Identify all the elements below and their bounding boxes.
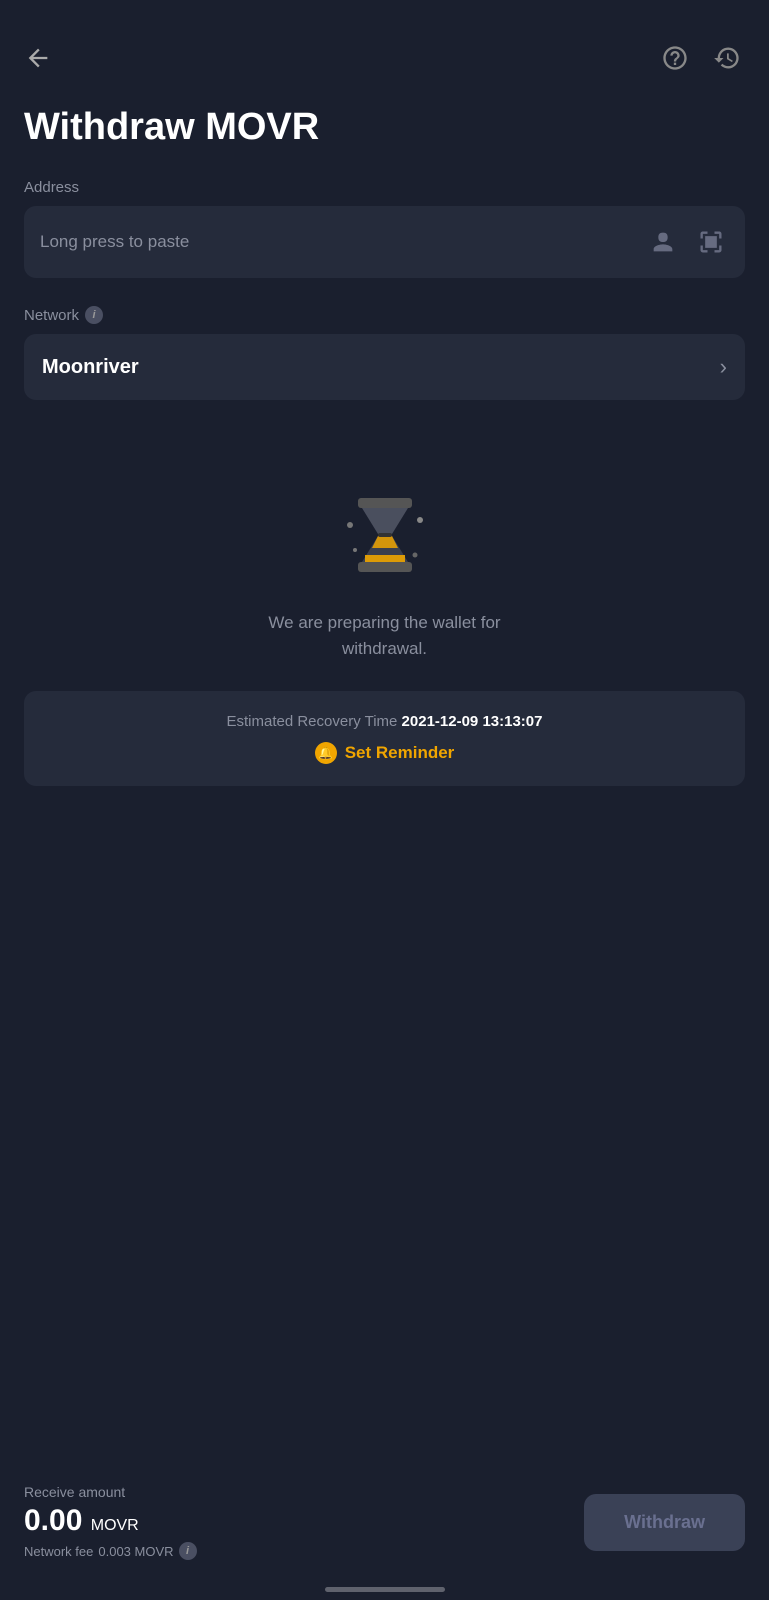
network-info-icon[interactable]: i — [85, 306, 103, 324]
network-label: Network i — [24, 306, 745, 324]
network-section: Network i Moonriver › — [24, 306, 745, 400]
receive-label: Receive amount — [24, 1484, 197, 1500]
header-left — [24, 44, 52, 72]
fee-info-icon[interactable]: i — [179, 1542, 197, 1560]
receive-amount: 0.00 MOVR — [24, 1504, 197, 1538]
set-reminder-button[interactable]: 🔔 Set Reminder — [44, 742, 725, 764]
chevron-right-icon: › — [720, 354, 727, 380]
hourglass-section: We are preparing the wallet for withdraw… — [0, 440, 769, 691]
hourglass-icon — [330, 480, 440, 590]
receive-amount-unit: MOVR — [91, 1517, 139, 1534]
back-button[interactable] — [24, 44, 52, 72]
network-name: Moonriver — [42, 356, 139, 379]
bell-icon: 🔔 — [315, 742, 337, 764]
network-fee: Network fee 0.003 MOVR i — [24, 1542, 197, 1560]
content: Address Network i Moonriver › — [0, 179, 769, 400]
address-label: Address — [24, 179, 745, 196]
header — [0, 0, 769, 96]
contacts-icon-button[interactable] — [645, 224, 681, 260]
address-input[interactable] — [40, 232, 633, 252]
history-icon[interactable] — [709, 40, 745, 76]
recovery-time-label: Estimated Recovery Time 2021-12-09 13:13… — [44, 713, 725, 730]
withdraw-button[interactable]: Withdraw — [584, 1494, 745, 1551]
address-input-wrapper — [24, 206, 745, 278]
qr-scan-icon-button[interactable] — [693, 224, 729, 260]
header-right — [657, 40, 745, 76]
receive-info: Receive amount 0.00 MOVR Network fee 0.0… — [24, 1484, 197, 1560]
page-title: Withdraw MOVR — [0, 96, 769, 179]
home-indicator — [325, 1587, 445, 1592]
preparing-message: We are preparing the wallet for withdraw… — [268, 610, 500, 661]
network-selector[interactable]: Moonriver › — [24, 334, 745, 400]
recovery-time-value: 2021-12-09 13:13:07 — [402, 713, 543, 730]
help-icon[interactable] — [657, 40, 693, 76]
set-reminder-label: Set Reminder — [345, 743, 455, 763]
recovery-box: Estimated Recovery Time 2021-12-09 13:13… — [24, 691, 745, 786]
bottom-bar: Receive amount 0.00 MOVR Network fee 0.0… — [0, 1466, 769, 1600]
